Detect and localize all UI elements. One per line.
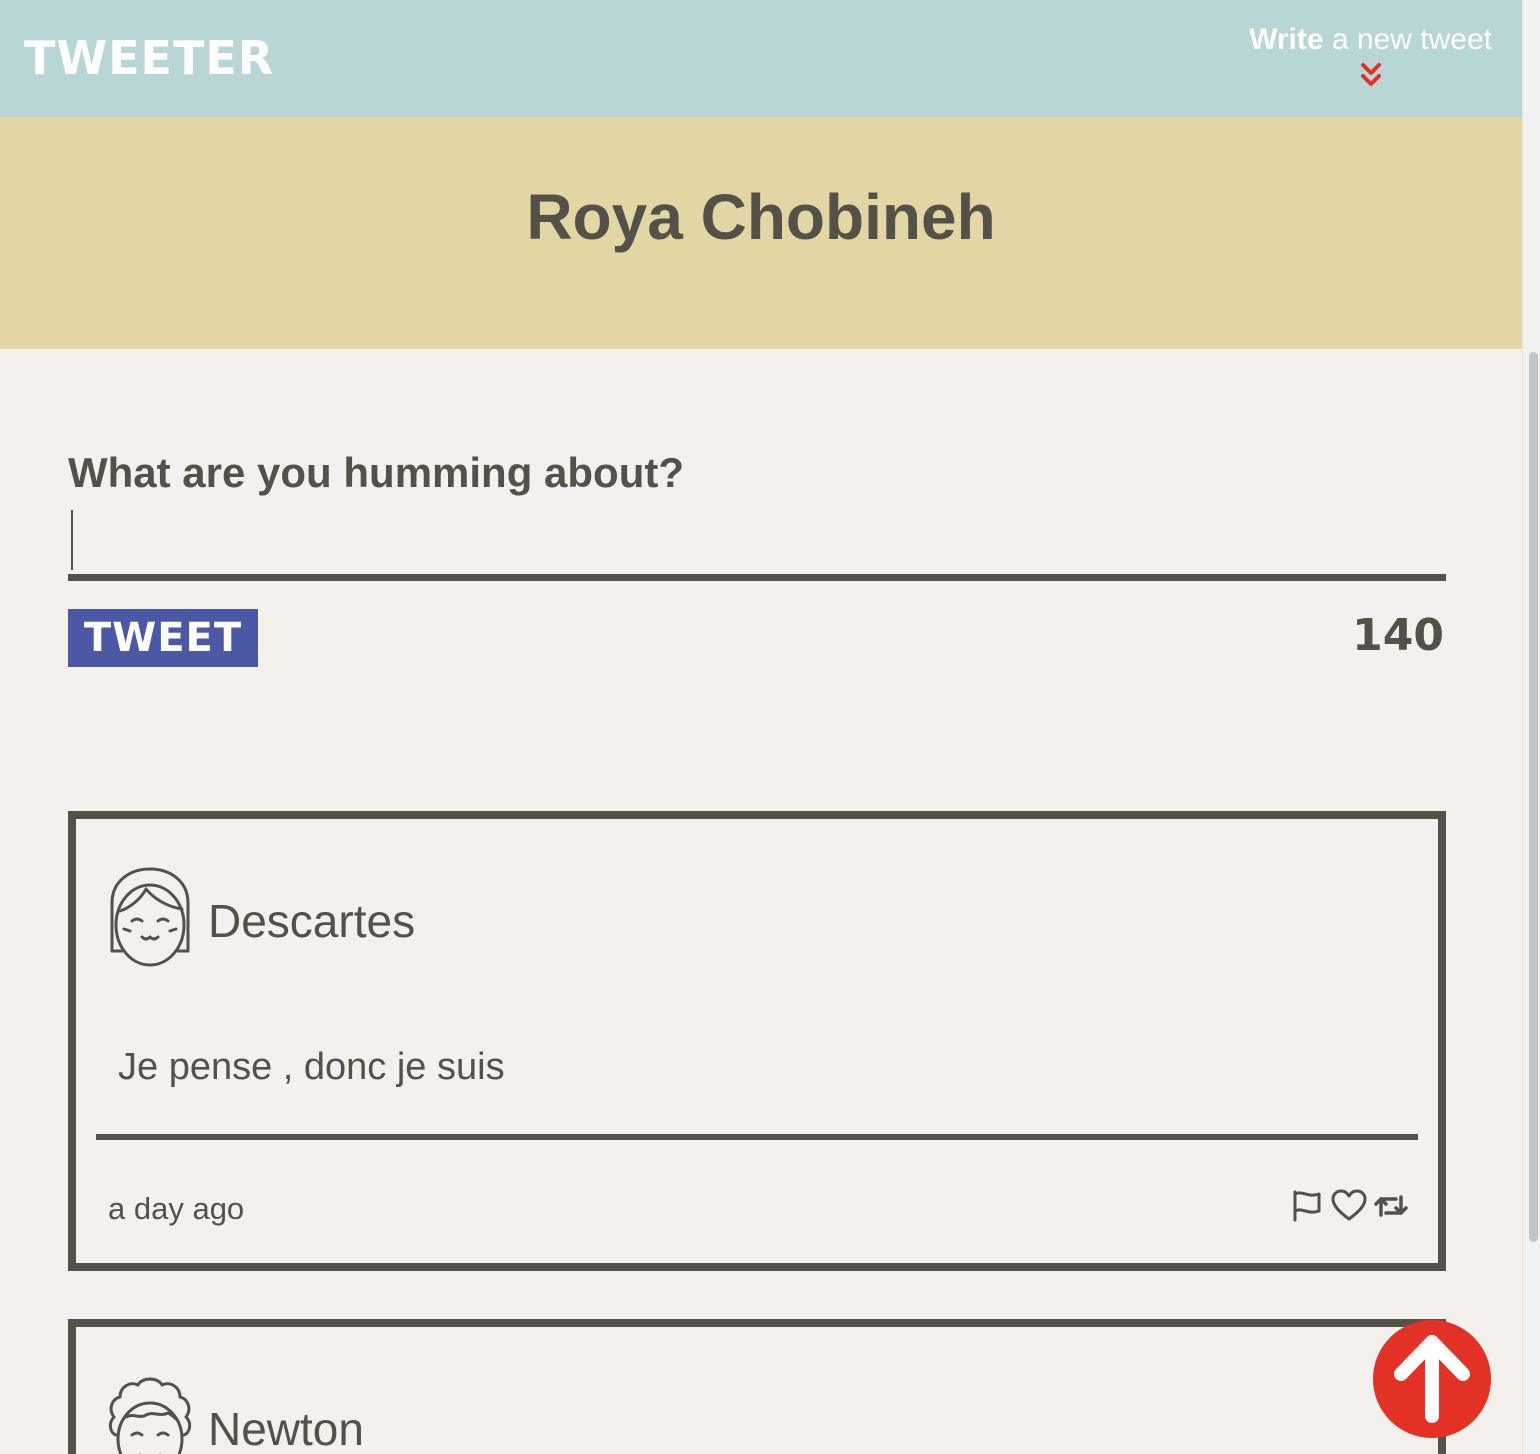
tweet-card: Newton (68, 1319, 1446, 1454)
compose-label-rest: a new tweet (1323, 23, 1492, 56)
curly-hair-avatar-icon (108, 1377, 192, 1454)
compose-label-bold: Write (1249, 23, 1324, 56)
tweet-submit-button[interactable]: TWEET (68, 609, 258, 667)
girl-avatar-icon (110, 867, 190, 967)
tweet-timestamp: a day ago (108, 1191, 245, 1226)
flag-icon[interactable] (1288, 1187, 1326, 1225)
character-counter: 140 (1352, 610, 1444, 661)
tweet-divider (96, 1134, 1418, 1140)
brand-logo[interactable]: TWEETER (24, 30, 274, 86)
profile-header: Roya Chobineh (0, 117, 1522, 349)
tweet-actions (1288, 1187, 1410, 1225)
tweet-content: Je pense , donc je suis (118, 1046, 505, 1088)
tweet-text-input[interactable] (68, 505, 1446, 581)
arrow-up-icon (1394, 1335, 1470, 1423)
heart-icon[interactable] (1330, 1187, 1368, 1225)
scrollbar-thumb[interactable] (1529, 352, 1538, 1242)
tweet-author[interactable]: Descartes (208, 893, 415, 949)
text-caret (71, 510, 73, 570)
chevron-double-down-icon[interactable] (1359, 62, 1383, 88)
top-nav: TWEETER Write a new tweet (0, 0, 1522, 117)
back-to-top-button[interactable] (1373, 1320, 1491, 1438)
write-new-tweet-toggle[interactable]: Write a new tweet (1249, 20, 1492, 88)
tweet-author[interactable]: Newton (208, 1401, 364, 1454)
page-title: Roya Chobineh (526, 181, 996, 253)
tweet-form-label: What are you humming about? (68, 449, 684, 496)
tweet-card: Descartes Je pense , donc je suis a day … (68, 811, 1446, 1271)
retweet-icon[interactable] (1372, 1187, 1410, 1225)
